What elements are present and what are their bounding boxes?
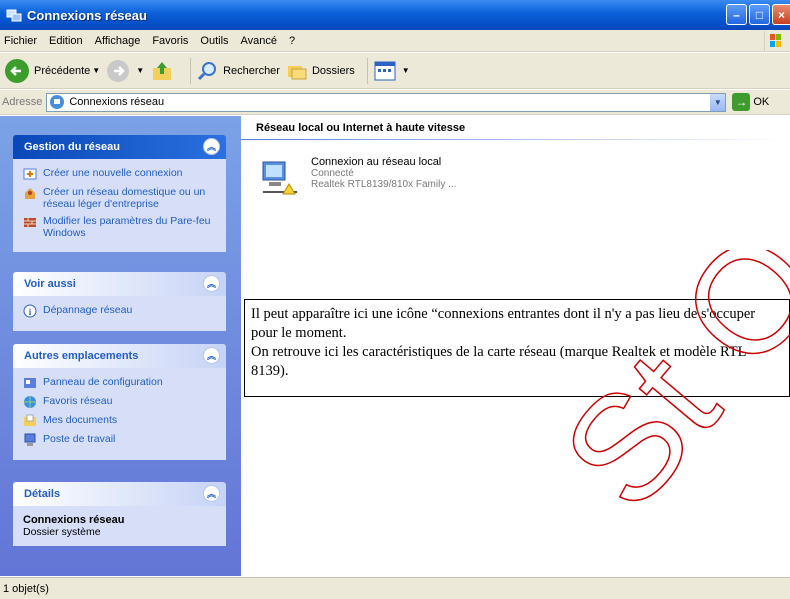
search-label: Rechercher bbox=[223, 64, 280, 77]
go-arrow-icon: → bbox=[732, 93, 751, 111]
address-label: Adresse bbox=[2, 96, 43, 108]
control-panel-icon bbox=[24, 378, 36, 388]
window-title: Connexions réseau bbox=[27, 7, 147, 23]
task-pane: Gestion du réseau ︽ Créer une nouvelle c… bbox=[0, 116, 241, 576]
chevron-down-icon[interactable]: ▼ bbox=[136, 66, 144, 75]
panel-title: Voir aussi bbox=[24, 278, 76, 290]
collapse-chevron-icon[interactable]: ︽ bbox=[203, 485, 220, 502]
minimize-button[interactable]: – bbox=[726, 4, 747, 25]
connection-name: Connexion au réseau local bbox=[311, 156, 442, 168]
menu-edit[interactable]: Edition bbox=[49, 35, 83, 47]
network-connections-icon bbox=[6, 9, 22, 22]
go-button[interactable]: → OK bbox=[732, 93, 769, 111]
firewall-icon bbox=[24, 218, 36, 227]
address-value: Connexions réseau bbox=[69, 96, 165, 108]
panel-title: Détails bbox=[24, 488, 61, 500]
folders-icon bbox=[287, 65, 307, 79]
menu-advanced[interactable]: Avancé bbox=[241, 35, 278, 47]
panel-header[interactable]: Détails ︽ bbox=[13, 482, 226, 506]
annotation-line-1: Il peut apparaître ici une icône “connex… bbox=[251, 306, 756, 341]
connection-adapter: Realtek RTL8139/810x Family ... bbox=[311, 179, 457, 190]
panel-header[interactable]: Voir aussi ︽ bbox=[13, 272, 226, 296]
info-icon: i bbox=[23, 304, 37, 318]
status-bar: 1 objet(s) bbox=[0, 577, 790, 599]
home-network-icon bbox=[25, 188, 35, 199]
annotation-line-2: On retrouve ici les caractéristiques de … bbox=[251, 344, 746, 379]
connection-status: Connecté bbox=[311, 168, 354, 179]
panel-details: Détails ︽ Connexions réseau Dossier syst… bbox=[13, 482, 226, 546]
folders-label: Dossiers bbox=[311, 64, 355, 77]
menu-tools[interactable]: Outils bbox=[200, 35, 228, 47]
chevron-down-icon[interactable]: ▼ bbox=[402, 66, 410, 75]
task-firewall[interactable]: Modifier les paramètres du Pare-feu Wind… bbox=[23, 215, 220, 239]
back-arrow-icon bbox=[5, 58, 29, 83]
windows-logo-icon bbox=[764, 31, 786, 51]
place-my-documents[interactable]: Mes documents bbox=[23, 414, 220, 428]
task-troubleshoot[interactable]: i Dépannage réseau bbox=[23, 304, 220, 318]
lan-connection-item[interactable]: Connexion au réseau local Connecté Realt… bbox=[259, 156, 456, 198]
forward-arrow-icon bbox=[107, 59, 130, 82]
panel-network-tasks: Gestion du réseau ︽ Créer une nouvelle c… bbox=[13, 135, 226, 252]
address-field[interactable]: Connexions réseau ▼ bbox=[46, 92, 727, 112]
search-button[interactable]: Rechercher bbox=[197, 60, 280, 82]
chevron-down-icon[interactable]: ▼ bbox=[92, 66, 100, 75]
my-computer-icon bbox=[24, 433, 36, 446]
place-my-computer[interactable]: Poste de travail bbox=[23, 433, 220, 447]
back-label: Précédente bbox=[34, 64, 91, 77]
folders-button[interactable]: Dossiers bbox=[286, 60, 355, 82]
place-network-places[interactable]: Favoris réseau bbox=[23, 395, 220, 409]
details-type: Dossier système bbox=[23, 526, 101, 538]
network-connections-icon bbox=[50, 95, 65, 109]
new-connection-icon bbox=[23, 168, 37, 180]
menu-favorites[interactable]: Favoris bbox=[152, 35, 188, 47]
panel-title: Autres emplacements bbox=[24, 350, 139, 362]
menu-view[interactable]: Affichage bbox=[95, 35, 141, 47]
menu-help[interactable]: ? bbox=[289, 35, 295, 47]
my-documents-icon bbox=[24, 414, 36, 426]
panel-header[interactable]: Gestion du réseau ︽ bbox=[13, 135, 226, 159]
panel-header[interactable]: Autres emplacements ︽ bbox=[13, 344, 226, 368]
collapse-chevron-icon[interactable]: ︽ bbox=[203, 138, 220, 155]
collapse-chevron-icon[interactable]: ︽ bbox=[203, 347, 220, 364]
close-button[interactable]: × bbox=[772, 4, 790, 25]
annotation-box: Il peut apparaître ici une icône “connex… bbox=[244, 299, 790, 397]
status-text: 1 objet(s) bbox=[3, 582, 49, 595]
forward-button[interactable]: ▼ bbox=[106, 59, 144, 83]
menu-bar: Fichier Edition Affichage Favoris Outils… bbox=[0, 30, 790, 52]
views-button[interactable]: ▼ bbox=[374, 61, 410, 81]
search-icon bbox=[198, 61, 217, 80]
menu-file[interactable]: Fichier bbox=[4, 35, 37, 47]
panel-see-also: Voir aussi ︽ i Dépannage réseau bbox=[13, 272, 226, 331]
toolbar: Précédente ▼ ▼ Rechercher Dossiers ▼ bbox=[0, 53, 790, 89]
go-label: OK bbox=[753, 96, 770, 108]
title-bar: Connexions réseau – □ × bbox=[0, 0, 790, 30]
panel-title: Gestion du réseau bbox=[24, 141, 120, 153]
maximize-button[interactable]: □ bbox=[749, 4, 770, 25]
place-control-panel[interactable]: Panneau de configuration bbox=[23, 376, 220, 390]
collapse-chevron-icon[interactable]: ︽ bbox=[203, 275, 220, 292]
views-icon bbox=[374, 61, 396, 80]
up-folder-icon bbox=[153, 61, 172, 80]
address-bar: Adresse Connexions réseau ▼ → OK bbox=[0, 90, 790, 115]
task-new-connection[interactable]: Créer une nouvelle connexion bbox=[23, 167, 220, 181]
details-name: Connexions réseau bbox=[23, 514, 125, 526]
back-button[interactable]: Précédente ▼ bbox=[4, 58, 100, 84]
up-folder-button[interactable] bbox=[150, 59, 178, 83]
task-home-network[interactable]: Créer un réseau domestique ou un réseau … bbox=[23, 186, 220, 210]
group-header: Réseau local ou Internet à haute vitesse bbox=[256, 122, 466, 134]
panel-other-places: Autres emplacements ︽ Panneau de configu… bbox=[13, 344, 226, 460]
address-dropdown-icon[interactable]: ▼ bbox=[709, 93, 726, 111]
network-places-icon bbox=[24, 396, 36, 408]
lan-connection-icon bbox=[262, 161, 297, 195]
